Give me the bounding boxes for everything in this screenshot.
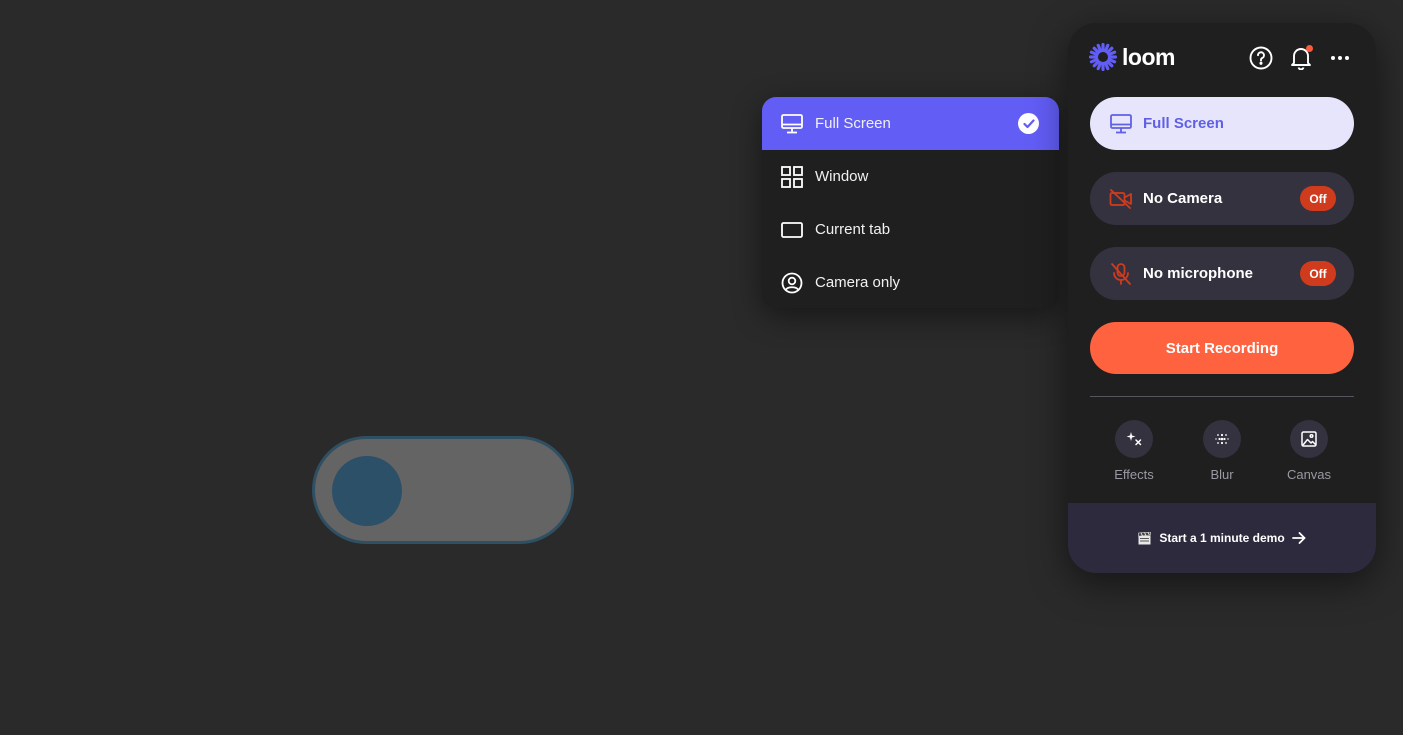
toggle-knob bbox=[332, 456, 402, 526]
camera-select-button[interactable]: No Camera Off bbox=[1090, 172, 1354, 225]
dropdown-item-label: Current tab bbox=[815, 221, 891, 238]
divider bbox=[1090, 396, 1354, 397]
panel-header: loom bbox=[1068, 23, 1376, 93]
mic-off-icon bbox=[1109, 262, 1133, 286]
blur-tool[interactable]: Blur bbox=[1192, 420, 1252, 482]
grid-icon bbox=[781, 165, 803, 188]
user-circle-icon bbox=[781, 272, 803, 294]
help-button[interactable] bbox=[1248, 45, 1274, 71]
loom-logo-icon bbox=[1089, 43, 1117, 71]
image-icon bbox=[1301, 431, 1317, 447]
large-toggle-switch[interactable] bbox=[312, 436, 574, 544]
camera-off-icon bbox=[1109, 187, 1133, 211]
sparkle-icon bbox=[1126, 432, 1142, 446]
more-options-button[interactable] bbox=[1327, 45, 1353, 71]
dropdown-item-camera-only[interactable]: Camera only bbox=[762, 256, 1059, 308]
start-recording-button[interactable]: Start Recording bbox=[1090, 322, 1354, 374]
notification-dot bbox=[1306, 45, 1313, 52]
microphone-off-badge[interactable]: Off bbox=[1300, 261, 1336, 286]
effects-tool[interactable]: Effects bbox=[1104, 420, 1164, 482]
monitor-icon bbox=[781, 113, 803, 135]
dropdown-item-label: Camera only bbox=[815, 274, 901, 291]
tab-icon bbox=[781, 219, 803, 241]
effects-button[interactable] bbox=[1115, 420, 1153, 458]
loom-recorder-panel: loom Full Screen No Camera Off No microp… bbox=[1068, 23, 1376, 573]
effects-label: Effects bbox=[1114, 467, 1154, 482]
more-icon bbox=[1331, 56, 1349, 60]
start-demo-label: Start a 1 minute demo bbox=[1159, 531, 1285, 545]
loom-logo: loom bbox=[1089, 43, 1175, 71]
dropdown-item-full-screen[interactable]: Full Screen bbox=[762, 97, 1059, 150]
dropdown-item-label: Window bbox=[815, 168, 869, 185]
dropdown-item-label: Full Screen bbox=[815, 115, 891, 132]
notifications-button[interactable] bbox=[1288, 45, 1314, 71]
canvas-button[interactable] bbox=[1290, 420, 1328, 458]
camera-off-badge[interactable]: Off bbox=[1300, 186, 1336, 211]
blur-button[interactable] bbox=[1203, 420, 1241, 458]
start-demo-link[interactable]: Start a 1 minute demo bbox=[1068, 503, 1376, 573]
help-icon bbox=[1249, 46, 1273, 70]
checkmark-icon bbox=[1018, 113, 1039, 134]
microphone-select-button[interactable]: No microphone Off bbox=[1090, 247, 1354, 300]
microphone-label: No microphone bbox=[1143, 265, 1254, 282]
dropdown-item-current-tab[interactable]: Current tab bbox=[762, 203, 1059, 256]
capture-mode-label: Full Screen bbox=[1143, 115, 1224, 132]
blur-icon bbox=[1215, 433, 1229, 445]
capture-mode-dropdown: Full Screen Window Current tab Camera on… bbox=[762, 97, 1059, 308]
monitor-icon bbox=[1109, 112, 1133, 136]
canvas-tool[interactable]: Canvas bbox=[1279, 420, 1339, 482]
capture-mode-button[interactable]: Full Screen bbox=[1090, 97, 1354, 150]
dropdown-item-window[interactable]: Window bbox=[762, 150, 1059, 203]
clapperboard-icon bbox=[1138, 531, 1152, 545]
blur-label: Blur bbox=[1210, 467, 1234, 482]
arrow-right-icon bbox=[1291, 532, 1306, 544]
camera-label: No Camera bbox=[1143, 190, 1223, 207]
canvas-label: Canvas bbox=[1286, 467, 1332, 482]
logo-text: loom bbox=[1122, 43, 1175, 70]
